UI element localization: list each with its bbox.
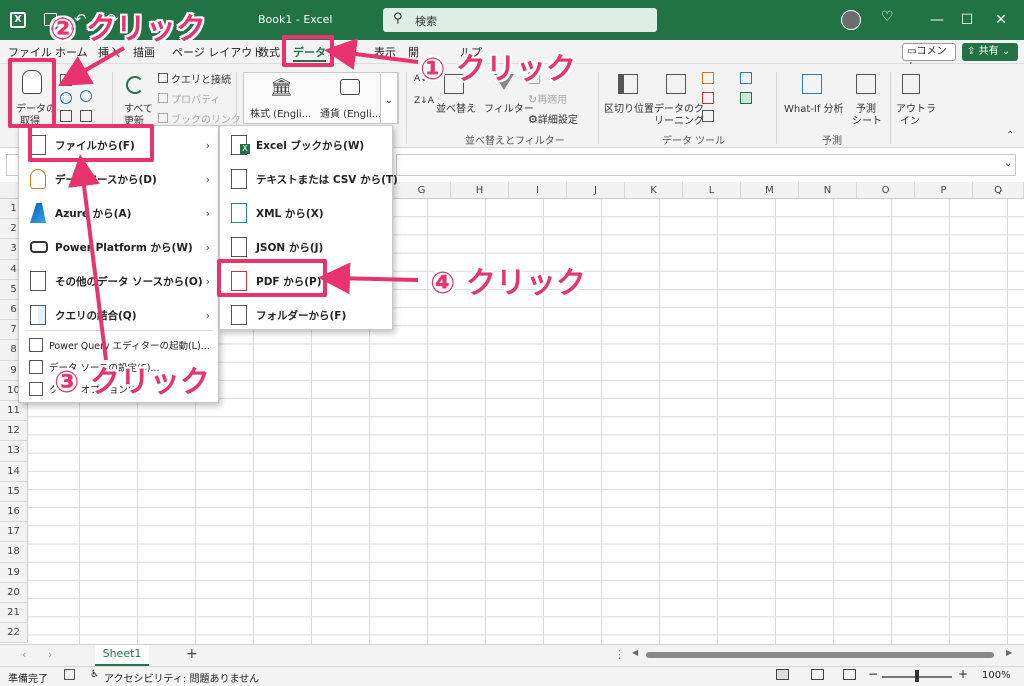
accessibility-icon: ♿	[90, 669, 99, 680]
macro-record-icon[interactable]	[64, 669, 75, 680]
callout-1: ① クリック	[420, 52, 576, 87]
zoom-slider-thumb[interactable]	[915, 670, 919, 682]
horizontal-scrollbar[interactable]	[646, 652, 994, 658]
arrow-2	[58, 46, 125, 86]
sheet-options-icon[interactable]: ⋮	[614, 648, 625, 661]
page-layout-view-icon[interactable]	[811, 669, 824, 680]
add-sheet-icon[interactable]: +	[186, 646, 198, 662]
status-bar: 準備完了 ♿ アクセシビリティ: 問題ありません − + 100%	[0, 666, 1024, 686]
annotation-arrows	[58, 38, 419, 361]
arrow-4	[318, 262, 419, 295]
scroll-left-icon[interactable]: ◀	[632, 648, 638, 657]
callout-2: ② クリック	[50, 12, 206, 47]
normal-view-icon[interactable]	[776, 669, 789, 680]
arrow-3	[68, 154, 108, 361]
sheet-tab-active[interactable]: Sheet1	[95, 645, 149, 666]
callout-4: ④ クリック	[430, 266, 586, 301]
prev-sheet-icon[interactable]: ‹	[22, 648, 26, 661]
zoom-level[interactable]: 100%	[982, 670, 1011, 681]
accessibility-status[interactable]: アクセシビリティ: 問題ありません	[104, 670, 259, 685]
page-break-view-icon[interactable]	[843, 669, 856, 680]
arrow-1	[324, 38, 419, 70]
callout-3: ③ クリック	[54, 365, 210, 400]
zoom-out-icon[interactable]: −	[868, 667, 878, 681]
sheet-tabs-bar: ‹ › Sheet1 + ⋮ ◀ ▶	[0, 644, 1024, 666]
ready-status: 準備完了	[8, 674, 48, 685]
next-sheet-icon[interactable]: ›	[48, 648, 52, 661]
scroll-right-icon[interactable]: ▶	[1006, 648, 1012, 657]
zoom-in-icon[interactable]: +	[958, 667, 968, 681]
